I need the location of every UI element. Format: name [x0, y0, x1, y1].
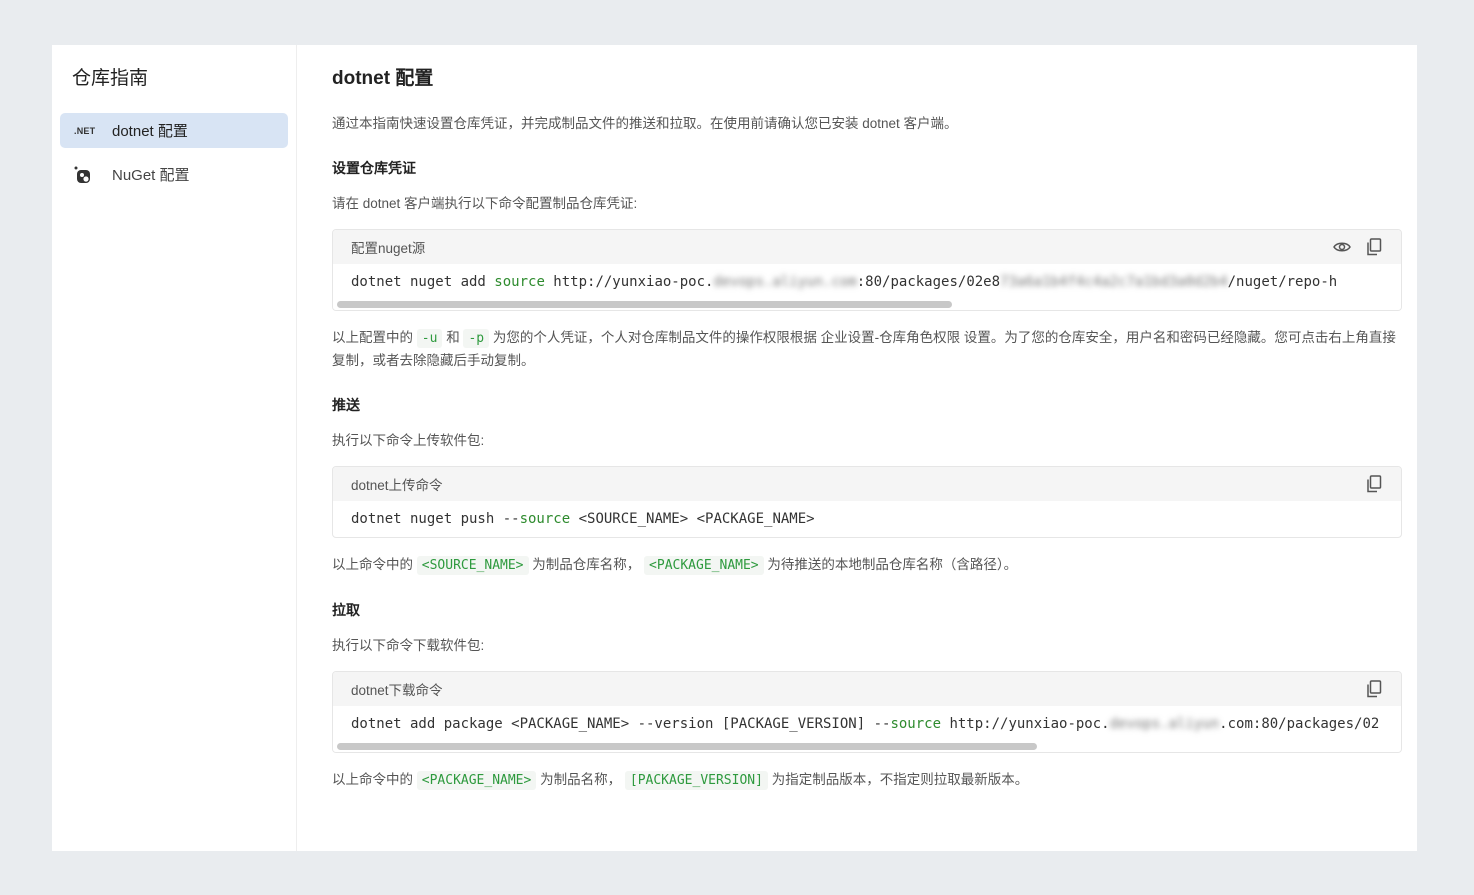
page-title: dotnet 配置	[332, 68, 434, 89]
code-text: dotnet add package <PACKAGE_NAME> --vers…	[351, 716, 891, 732]
inline-code-p: -p	[463, 329, 490, 348]
scrollbar-thumb[interactable]	[337, 301, 952, 308]
code-keyword: source	[494, 274, 545, 290]
pull-note: 以上命令中的 <PACKAGE_NAME> 为制品名称， [PACKAGE_VE…	[332, 769, 1403, 792]
code-keyword: source	[519, 511, 571, 527]
inline-code-u: -u	[416, 329, 443, 348]
pull-heading: 拉取	[332, 602, 360, 618]
note-text: 为制品名称，	[540, 772, 622, 787]
inline-code-package-name: <PACKAGE_NAME>	[416, 771, 537, 790]
credentials-code-block: 配置nuget源 dotnet nuget add source http://…	[332, 229, 1402, 311]
main-content: dotnet 配置 通过本指南快速设置仓库凭证，并完成制品文件的推送和拉取。在使…	[297, 45, 1417, 851]
redacted-text: devops.aliyun	[1109, 716, 1220, 732]
code-text: <SOURCE_NAME> <PACKAGE_NAME>	[570, 511, 815, 527]
sidebar-item-label: NuGet 配置	[112, 167, 190, 184]
push-desc: 执行以下命令上传软件包:	[332, 433, 485, 448]
sidebar-item-nuget[interactable]: NuGet 配置	[60, 157, 288, 192]
dotnet-badge: .NET	[74, 125, 96, 136]
code-block-title: dotnet上传命令	[351, 478, 443, 493]
code-text: dotnet nuget add	[351, 274, 495, 290]
push-note: 以上命令中的 <SOURCE_NAME> 为制品仓库名称， <PACKAGE_N…	[332, 554, 1403, 577]
code-block-title: dotnet下载命令	[351, 683, 443, 698]
scrollbar-thumb[interactable]	[337, 743, 1037, 750]
guide-panel: 仓库指南 .NET dotnet 配置 NuGet 配置 dotnet 配置 通…	[52, 45, 1417, 851]
credentials-note: 以上配置中的 -u 和 -p 为您的个人凭证，个人对仓库制品文件的操作权限根据 …	[332, 327, 1403, 372]
nuget-icon	[74, 166, 98, 184]
redacted-text: 73a6a1b4f4c4a2c7a1bd3a0d2b4	[1000, 274, 1228, 290]
horizontal-scrollbar[interactable]	[333, 300, 1401, 310]
code-keyword: source	[890, 716, 942, 732]
sidebar-item-label: dotnet 配置	[112, 123, 188, 140]
code-text: dotnet nuget push --	[351, 511, 520, 527]
dotnet-icon: .NET	[74, 126, 98, 136]
pull-code-block: dotnet下载命令 dotnet add package <PACKAGE_N…	[332, 671, 1402, 753]
code-block-content: dotnet add package <PACKAGE_NAME> --vers…	[333, 706, 1401, 742]
credentials-desc: 请在 dotnet 客户端执行以下命令配置制品仓库凭证:	[332, 196, 638, 211]
horizontal-scrollbar[interactable]	[333, 742, 1401, 752]
intro-text: 通过本指南快速设置仓库凭证，并完成制品文件的推送和拉取。在使用前请确认您已安装 …	[332, 116, 958, 131]
copy-icon[interactable]	[1365, 238, 1383, 256]
copy-icon[interactable]	[1365, 680, 1383, 698]
sidebar-item-dotnet[interactable]: .NET dotnet 配置	[60, 113, 288, 148]
sidebar: 仓库指南 .NET dotnet 配置 NuGet 配置	[52, 45, 297, 851]
code-text: .com:80/packages/02	[1219, 716, 1380, 732]
note-text: 为待推送的本地制品仓库名称（含路径）。	[767, 557, 1018, 572]
note-text: 和	[446, 330, 460, 345]
code-block-content: dotnet nuget push --source <SOURCE_NAME>…	[333, 501, 1401, 537]
inline-code-package-name: <PACKAGE_NAME>	[644, 556, 764, 575]
code-text: /nuget/repo-h	[1227, 274, 1338, 290]
code-block-header: dotnet下载命令	[333, 672, 1401, 706]
push-heading: 推送	[332, 397, 360, 413]
eye-icon[interactable]	[1333, 238, 1351, 256]
note-text: 为指定制品版本，不指定则拉取最新版本。	[771, 772, 1029, 787]
pull-desc: 执行以下命令下载软件包:	[332, 638, 485, 653]
code-text: http://yunxiao-poc.	[941, 716, 1110, 732]
code-text: :80/packages/02e8	[856, 274, 1001, 290]
code-block-header: 配置nuget源	[333, 230, 1401, 264]
push-code-block: dotnet上传命令 dotnet nuget push --source <S…	[332, 466, 1402, 538]
note-text: 以上命令中的	[332, 557, 413, 572]
credentials-heading: 设置仓库凭证	[332, 160, 416, 176]
code-block-content: dotnet nuget add source http://yunxiao-p…	[333, 264, 1401, 300]
note-text: 为制品仓库名称，	[532, 557, 641, 572]
sidebar-title: 仓库指南	[72, 68, 149, 89]
copy-icon[interactable]	[1365, 475, 1383, 493]
note-text: 为您的个人凭证，个人对仓库制品文件的操作权限根据 企业设置-仓库角色权限 设置。…	[332, 330, 1396, 368]
redacted-text: devops.aliyun.com	[713, 274, 857, 290]
code-block-title: 配置nuget源	[351, 241, 426, 256]
note-text: 以上配置中的	[332, 330, 413, 345]
note-text: 以上命令中的	[332, 772, 413, 787]
code-text: http://yunxiao-poc.	[544, 274, 714, 290]
inline-code-package-version: [PACKAGE_VERSION]	[624, 771, 768, 790]
inline-code-source-name: <SOURCE_NAME>	[416, 556, 529, 575]
code-block-header: dotnet上传命令	[333, 467, 1401, 501]
